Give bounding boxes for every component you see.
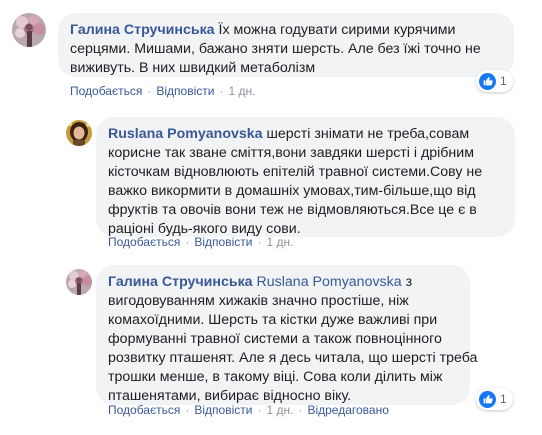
comment-text-line: вигодовуванням хижаків значно простіше, … (108, 293, 409, 309)
like-link[interactable]: Подобається (108, 235, 180, 249)
comment-text-line: розвитку пташенят. Але я десь читала, що… (108, 350, 478, 366)
reaction-summary[interactable]: 1 (476, 388, 513, 410)
separator: · (219, 84, 224, 98)
thumbs-up-icon (479, 390, 496, 408)
comment-text-line: виживуть. В них швидкий метаболізм (70, 60, 316, 76)
separator: · (298, 403, 303, 417)
comment-3: Галина Стручинська Ruslana Pomyanovska з… (0, 262, 542, 435)
reply-link[interactable]: Відповісти (194, 403, 252, 417)
edited-link[interactable]: Відредаговано (307, 403, 388, 417)
reply-link[interactable]: Відповісти (156, 84, 214, 98)
separator: · (185, 235, 190, 249)
like-link[interactable]: Подобається (70, 84, 142, 98)
comment-actions: Подобається · Відповісти · 1 дн. (108, 235, 293, 249)
reply-link[interactable]: Відповісти (194, 235, 252, 249)
comment-text-line: шерсті знімати не треба,совам (266, 126, 470, 142)
thumbs-up-icon (479, 72, 496, 90)
comment-actions: Подобається · Відповісти · 1 дн. (70, 84, 255, 98)
separator: · (257, 403, 262, 417)
comment-text-line: кісточкам відновлюють епітелій травної с… (108, 164, 483, 180)
comment-author[interactable]: Ruslana Pomyanovska (108, 126, 263, 142)
reaction-count: 1 (500, 392, 507, 406)
comment-actions: Подобається · Відповісти · 1 дн. · Відре… (108, 403, 389, 417)
comment-bubble: Галина Стручинська Ruslana Pomyanovska з… (96, 265, 478, 405)
comment-author[interactable]: Галина Стручинська (70, 22, 215, 38)
comment-bubble: Галина Стручинська Їх можна годувати сир… (58, 13, 514, 77)
timestamp-link[interactable]: 1 дн. (266, 235, 293, 249)
avatar-ruslana[interactable] (66, 120, 92, 146)
comment-text-line: Їх можна годувати сирими курячими (218, 22, 456, 38)
comment-text-line: серцями. Мишами, бажано зняти шерсть. Ал… (70, 41, 481, 57)
comment-1: Галина Стручинська Їх можна годувати сир… (0, 0, 542, 110)
separator: · (185, 403, 190, 417)
comment-author[interactable]: Галина Стручинська (108, 274, 253, 290)
comment-2: Ruslana Pomyanovska шерсті знімати не тр… (0, 110, 542, 260)
comment-text-line: трошки менше, в такому віці. Сова коли д… (108, 369, 443, 385)
mention-link[interactable]: Ruslana Pomyanovska (257, 274, 402, 290)
like-link[interactable]: Подобається (108, 403, 180, 417)
reaction-summary[interactable]: 1 (476, 70, 513, 92)
separator: · (257, 235, 262, 249)
timestamp-link[interactable]: 1 дн. (228, 84, 255, 98)
timestamp-link[interactable]: 1 дн. (266, 403, 293, 417)
comment-text-line: з (405, 274, 413, 290)
comment-text-line: комахоїдними. Шерсть та кістки дуже важл… (108, 312, 438, 328)
comment-text-line: корисне так зване сміття,вони завдяки ше… (108, 145, 474, 161)
separator: · (147, 84, 152, 98)
reaction-count: 1 (500, 74, 507, 88)
avatar-galyna[interactable] (12, 13, 46, 47)
comment-bubble: Ruslana Pomyanovska шерсті знімати не тр… (96, 117, 515, 237)
comment-text-line: формуванні травної системи а також повно… (108, 331, 442, 347)
comment-text-line: фруктів та овочів вони теж не відмовляют… (108, 202, 477, 218)
comment-text-line: важко викормити в домашніх умовах,тим-бі… (108, 183, 476, 199)
avatar-galyna[interactable] (66, 269, 92, 295)
